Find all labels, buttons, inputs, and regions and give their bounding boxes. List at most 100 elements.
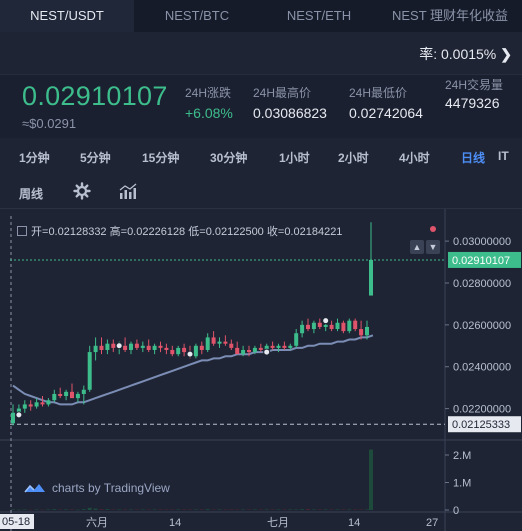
tab-nest-eth[interactable]: NEST/ETH: [260, 0, 378, 32]
rate-label: 率: 0.0015%: [419, 46, 497, 62]
rate-link[interactable]: 率: 0.0015% ❯: [419, 44, 512, 64]
trade-marker: [115, 342, 123, 350]
volume-bar: [317, 509, 322, 510]
volume-bar: [40, 509, 45, 511]
volume-bar: [217, 509, 222, 510]
candle-body: [146, 345, 151, 350]
volume-bar: [105, 509, 110, 510]
candle-body: [140, 345, 145, 348]
rate-row: 率: 0.0015% ❯: [0, 32, 522, 74]
candle-body: [93, 345, 98, 353]
volume-bar: [341, 509, 346, 510]
candle-body: [217, 341, 222, 344]
collapse-legend-icon[interactable]: [17, 226, 27, 236]
volume-tick-label: 1.M: [453, 478, 471, 490]
volume-bar: [75, 509, 80, 511]
volume-bar: [64, 509, 69, 510]
volume-bar: [123, 509, 128, 510]
volume-bar: [158, 509, 163, 510]
volume-label: 24H交易量: [445, 78, 504, 92]
y-tick-label: 0.02600000: [453, 320, 511, 332]
candle-body: [164, 347, 169, 350]
high-label: 24H最高价: [253, 86, 312, 100]
candle-body: [241, 349, 246, 355]
volume-bar: [146, 509, 151, 510]
candle-body: [300, 324, 305, 334]
volume-bar: [329, 509, 334, 510]
candle-body: [64, 391, 69, 397]
volume-bar: [353, 509, 358, 510]
tradingview-branding[interactable]: charts by TradingView: [24, 481, 170, 495]
volume-bar: [264, 509, 269, 510]
volume-bar: [11, 509, 15, 510]
ohlc-open: 0.02128332: [48, 226, 107, 238]
ohlc-close-label: 收=: [266, 226, 285, 238]
volume-bar: [282, 509, 287, 510]
candle-body: [347, 320, 352, 332]
ohlc-high-label: 高=: [109, 226, 128, 238]
volume-bar: [34, 509, 39, 510]
candle-body: [199, 345, 204, 350]
candle-body: [170, 349, 175, 355]
low-value: 0.02742064: [349, 105, 423, 121]
time-cursor-tag: 05-18: [2, 516, 30, 528]
ohlc-legend: 开=0.02128332 高=0.02226128 低=0.02122500 收…: [17, 223, 342, 239]
volume-bar: [182, 509, 187, 510]
volume-bar: [70, 509, 74, 510]
trade-marker: [263, 348, 271, 356]
volume-bar: [28, 509, 33, 511]
change-label: 24H涨跌: [185, 86, 232, 100]
ohlc-low-label: 低=: [188, 226, 206, 238]
volume-bar: [99, 509, 104, 510]
volume-bar: [306, 508, 310, 510]
tab-nest-yield[interactable]: NEST 理财年化收益: [378, 0, 522, 32]
volume-bar: [22, 509, 27, 510]
candle-body: [329, 324, 334, 330]
candle-body: [70, 391, 74, 399]
volume-bar: [52, 509, 57, 510]
volume-tick-label: 0: [453, 505, 459, 517]
volume-bar: [81, 509, 86, 510]
stat-volume: 24H交易量 4479326: [445, 77, 505, 111]
candle-body: [176, 347, 181, 355]
volume-bar: [241, 509, 246, 510]
tab-nest-usdt[interactable]: NEST/USDT: [0, 0, 134, 32]
volume-bar: [288, 509, 293, 510]
volume-bar: [211, 509, 216, 510]
volume-bar: [58, 509, 63, 510]
low-price-tag: 0.02125333: [452, 419, 510, 431]
candle-body: [52, 393, 57, 401]
time-tick-label: 14: [169, 517, 181, 529]
candle-body: [123, 345, 128, 350]
trade-marker: [186, 350, 194, 358]
y-tick-label: 0.02800000: [453, 278, 511, 290]
candle-body: [359, 329, 364, 336]
stat-change: 24H涨跌 +6.08%: [185, 85, 233, 121]
candle-body: [252, 347, 257, 353]
volume-bar: [347, 509, 352, 510]
change-value: +6.08%: [185, 105, 233, 121]
volume-bar: [369, 449, 373, 510]
chart-panel: 1分钟 5分钟 15分钟 30分钟 1小时 2小时 4小时 日线 IT 周线 0…: [0, 138, 522, 531]
tab-nest-btc[interactable]: NEST/BTC: [134, 0, 260, 32]
high-value: 0.03086823: [253, 105, 327, 121]
volume-bar: [294, 509, 299, 510]
candle-body: [182, 347, 187, 353]
candle-body: [158, 345, 163, 348]
candle-body: [229, 343, 234, 348]
volume-bar: [193, 509, 198, 510]
candle-body: [235, 347, 240, 355]
trade-marker: [15, 411, 23, 419]
volume-bar: [205, 509, 210, 510]
volume-bar: [235, 509, 240, 510]
scroll-up-icon[interactable]: ▲: [410, 240, 424, 254]
volume-bar: [140, 509, 145, 510]
ohlc-low: 0.02122500: [205, 226, 264, 238]
candlestick-chart[interactable]: 0.03000000 0.02800000 0.02600000 0.02400000…: [0, 138, 522, 531]
tradingview-text: charts by TradingView: [52, 481, 170, 495]
scroll-down-icon[interactable]: ▼: [426, 240, 440, 254]
volume-bar: [93, 508, 98, 510]
candle-body: [353, 320, 358, 330]
y-tick-label: 0.03000000: [453, 236, 511, 248]
volume-bar: [311, 509, 316, 510]
